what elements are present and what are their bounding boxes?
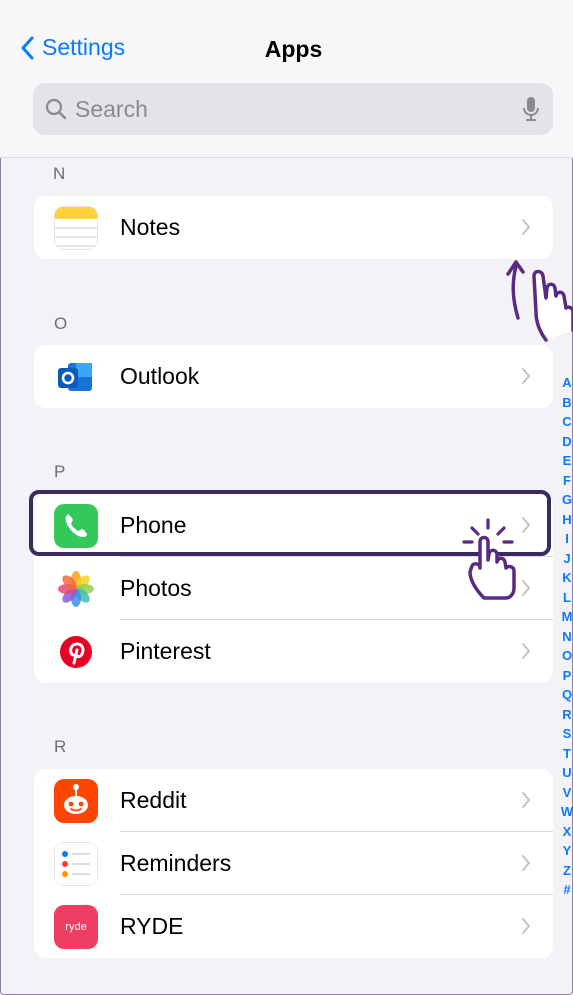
notes-icon xyxy=(54,206,98,250)
index-letter[interactable]: V xyxy=(560,783,573,803)
tap-gesture-icon xyxy=(462,518,516,600)
index-letter[interactable]: Y xyxy=(560,841,573,861)
app-group-n: Notes xyxy=(34,196,553,259)
swipe-up-gesture-icon xyxy=(506,260,573,342)
index-letter[interactable]: S xyxy=(560,724,573,744)
list-item-outlook[interactable]: Outlook xyxy=(34,345,553,408)
list-item-reddit[interactable]: Reddit xyxy=(34,769,553,832)
index-letter[interactable]: C xyxy=(560,412,573,432)
chevron-right-icon xyxy=(522,792,531,808)
navigation-header: Settings Apps Search xyxy=(0,0,573,158)
index-letter[interactable]: R xyxy=(560,705,573,725)
index-letter[interactable]: B xyxy=(560,393,573,413)
index-letter[interactable]: W xyxy=(560,802,573,822)
index-letter[interactable]: J xyxy=(560,549,573,569)
section-header-n: N xyxy=(53,164,66,183)
app-label: RYDE xyxy=(120,913,184,939)
index-letter[interactable]: M xyxy=(560,607,573,627)
index-letter[interactable]: K xyxy=(560,568,573,588)
index-letter[interactable]: I xyxy=(560,529,573,549)
section-header-p: P xyxy=(54,462,66,481)
photos-icon xyxy=(54,567,98,611)
index-letter[interactable]: E xyxy=(560,451,573,471)
search-placeholder: Search xyxy=(75,95,148,122)
search-input[interactable]: Search xyxy=(33,83,553,135)
section-header-r: R xyxy=(54,737,67,756)
app-label: Reminders xyxy=(120,850,232,876)
index-letter[interactable]: F xyxy=(560,471,573,491)
app-group-o: Outlook xyxy=(34,345,553,408)
chevron-right-icon xyxy=(522,643,531,659)
app-label: Pinterest xyxy=(120,638,211,664)
outlook-icon xyxy=(54,355,98,399)
app-label: Notes xyxy=(120,214,181,240)
index-letter[interactable]: Z xyxy=(560,861,573,881)
chevron-right-icon xyxy=(522,855,531,871)
index-letter[interactable]: A xyxy=(560,373,573,393)
index-letter[interactable]: N xyxy=(560,627,573,647)
pinterest-icon xyxy=(54,630,98,674)
reminders-icon xyxy=(54,842,98,886)
ryde-icon: ryde xyxy=(54,905,98,949)
chevron-right-icon xyxy=(522,918,531,934)
index-letter[interactable]: H xyxy=(560,510,573,530)
index-letter[interactable]: D xyxy=(560,432,573,452)
index-letter[interactable]: O xyxy=(560,646,573,666)
chevron-right-icon xyxy=(522,368,531,384)
search-icon xyxy=(45,98,67,120)
index-letter[interactable]: G xyxy=(560,490,573,510)
app-label: Reddit xyxy=(120,787,187,813)
index-letter[interactable]: L xyxy=(560,588,573,608)
index-letter[interactable]: P xyxy=(560,666,573,686)
page-title: Apps xyxy=(264,36,323,62)
index-letter[interactable]: # xyxy=(560,880,573,900)
ryde-icon-text: ryde xyxy=(65,921,87,933)
list-item-ryde[interactable]: ryde RYDE xyxy=(34,895,553,958)
index-letter[interactable]: X xyxy=(560,822,573,842)
alphabet-index[interactable]: A B C D E F G H I J K L M N O P Q R S T U V W X Y Z # xyxy=(560,373,573,900)
list-item-pinterest[interactable]: Pinterest xyxy=(34,620,553,683)
microphone-icon[interactable] xyxy=(523,96,539,122)
app-label: Photos xyxy=(120,575,192,601)
app-label: Outlook xyxy=(120,363,200,389)
index-letter[interactable]: Q xyxy=(560,685,573,705)
chevron-right-icon xyxy=(522,219,531,235)
list-item-notes[interactable]: Notes xyxy=(34,196,553,259)
reddit-icon xyxy=(54,779,98,823)
list-item-reminders[interactable]: Reminders xyxy=(34,832,553,895)
index-letter[interactable]: T xyxy=(560,744,573,764)
section-header-o: O xyxy=(54,314,68,333)
app-group-r: Reddit Reminders ryde RYDE xyxy=(34,769,553,958)
index-letter[interactable]: U xyxy=(560,763,573,783)
